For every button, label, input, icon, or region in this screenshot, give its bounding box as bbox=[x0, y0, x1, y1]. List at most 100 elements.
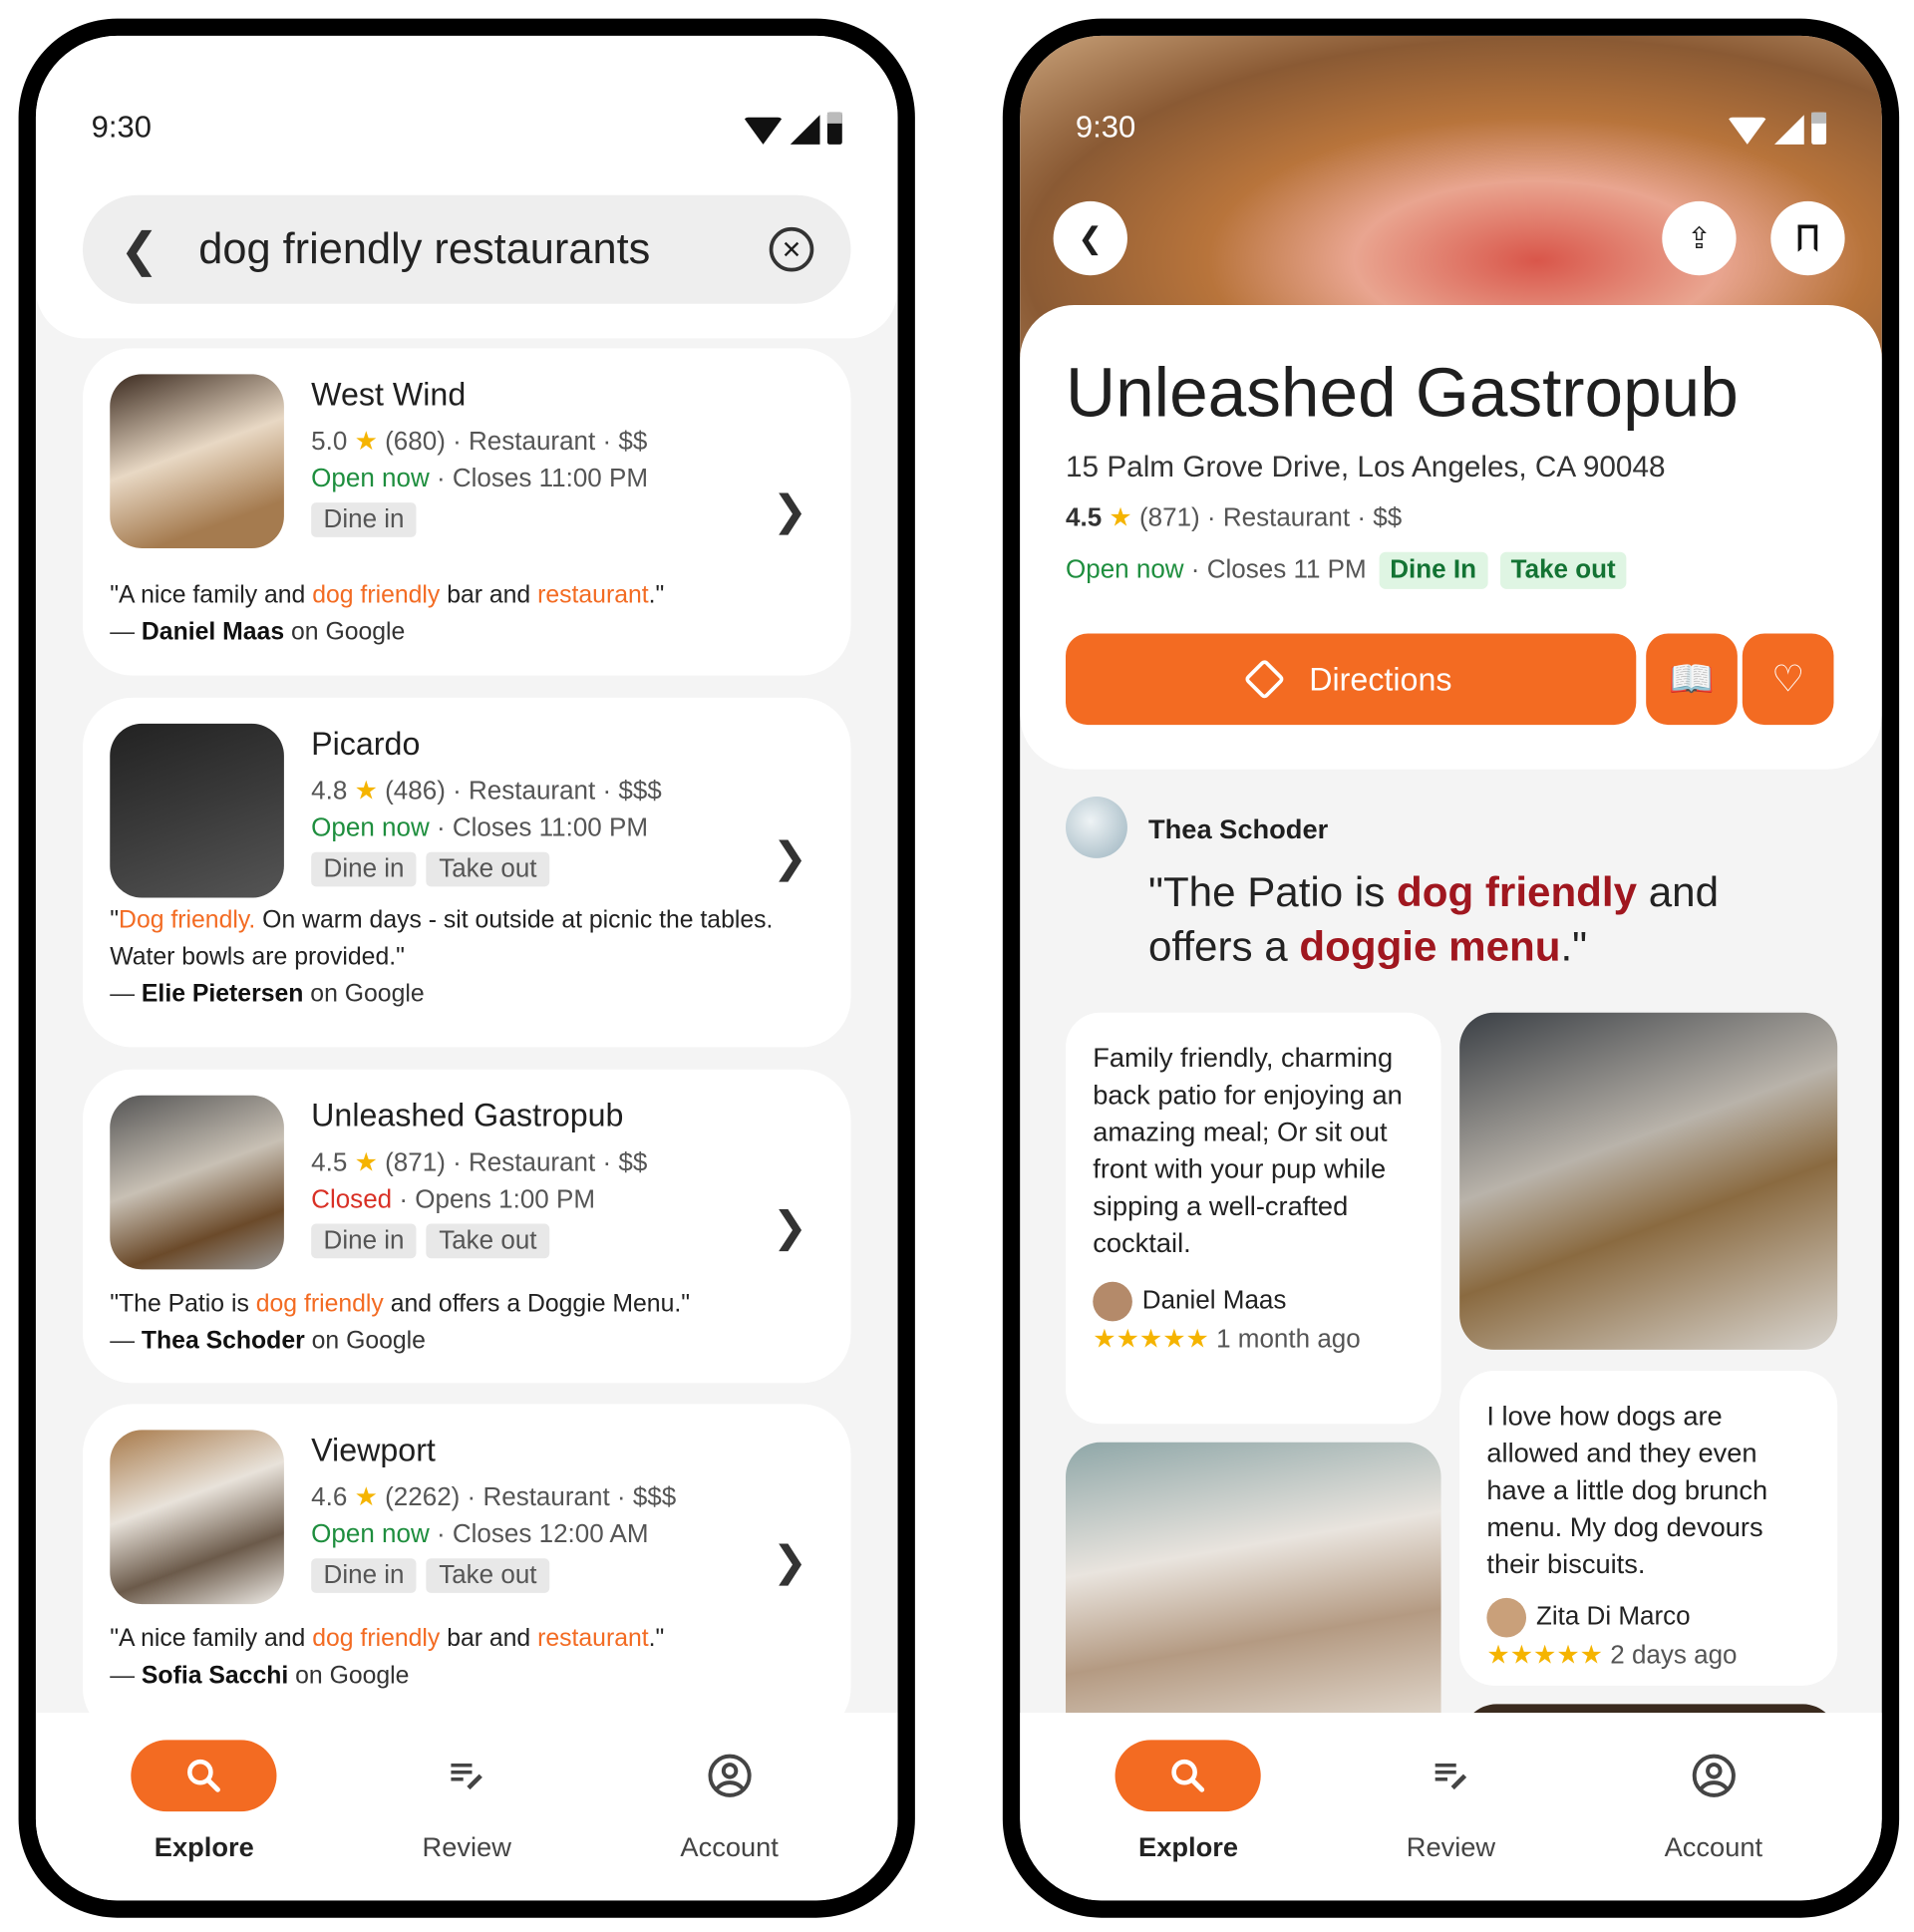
quote-segment: ." bbox=[648, 581, 665, 609]
favorite-button[interactable]: ♡ bbox=[1742, 633, 1834, 726]
share-button[interactable]: ⇪ bbox=[1662, 200, 1737, 276]
reviewer-name: Zita Di Marco bbox=[1535, 1602, 1691, 1631]
review-count: (680) bbox=[385, 427, 446, 457]
result-card[interactable]: Unleashed Gastropub 4.5 ★ (871) · Restau… bbox=[82, 1069, 851, 1384]
star-icon: ★ bbox=[354, 427, 378, 457]
tag: Dine in bbox=[311, 1223, 417, 1259]
featured-reviewer-name: Thea Schoder bbox=[1147, 813, 1329, 845]
back-icon: ❮ bbox=[1078, 221, 1104, 255]
nav-label: Review bbox=[422, 1830, 511, 1862]
chevron-right-icon[interactable]: ❯ bbox=[773, 833, 807, 883]
review-card[interactable]: Family friendly, charming back patio for… bbox=[1065, 1012, 1441, 1425]
tag: Take out bbox=[426, 1223, 549, 1259]
result-name: Unleashed Gastropub bbox=[311, 1096, 624, 1134]
chevron-right-icon[interactable]: ❯ bbox=[773, 1202, 807, 1252]
reviewer-name: Daniel Maas bbox=[1141, 1286, 1287, 1315]
star-icon: ★ bbox=[1109, 503, 1132, 532]
price-level: $$ bbox=[618, 1147, 648, 1177]
review-edit-icon bbox=[394, 1740, 539, 1811]
signal-icon bbox=[790, 115, 820, 145]
review-snippet: "A nice family and dog friendly bar and … bbox=[110, 1625, 665, 1690]
quote-segment: and offers a Doggie Menu." bbox=[383, 1290, 691, 1318]
category: Restaurant bbox=[482, 1482, 610, 1512]
quote-segment: "A nice family and bbox=[110, 1625, 313, 1653]
menu-book-icon: 📖 bbox=[1668, 658, 1716, 700]
review-photo-yorkie[interactable] bbox=[1459, 1012, 1838, 1350]
nav-explore[interactable]: Explore bbox=[118, 1740, 290, 1900]
nav-explore[interactable]: Explore bbox=[1102, 1740, 1274, 1900]
directions-icon bbox=[1243, 658, 1286, 701]
result-thumbnail bbox=[110, 1430, 284, 1605]
category: Restaurant bbox=[468, 1147, 596, 1177]
back-button[interactable]: ❮ bbox=[1053, 200, 1127, 276]
result-name: Picardo bbox=[311, 725, 421, 763]
search-bar[interactable]: ❮ dog friendly restaurants ✕ bbox=[82, 194, 851, 304]
hours: Closes 11:00 PM bbox=[452, 464, 649, 493]
result-name: Viewport bbox=[311, 1431, 436, 1468]
star-rating: ★★★★★ bbox=[1093, 1325, 1209, 1354]
result-thumbnail bbox=[110, 374, 284, 548]
reviewer-avatar bbox=[1486, 1597, 1527, 1638]
review-card[interactable]: I love how dogs are allowed and they eve… bbox=[1459, 1370, 1838, 1686]
result-thumbnail bbox=[110, 723, 284, 898]
rating-value: 4.5 bbox=[311, 1147, 348, 1177]
heart-icon: ♡ bbox=[1770, 658, 1805, 700]
snippet-author: Sofia Sacchi bbox=[141, 1662, 289, 1690]
rating-value: 4.8 bbox=[311, 777, 348, 805]
snippet-author: Elie Pietersen bbox=[141, 980, 304, 1008]
hours: Closes 12:00 AM bbox=[452, 1519, 649, 1549]
star-icon: ★ bbox=[354, 777, 378, 805]
chevron-right-icon[interactable]: ❯ bbox=[773, 486, 807, 536]
chevron-right-icon[interactable]: ❯ bbox=[773, 1537, 807, 1587]
result-card[interactable]: West Wind 5.0 ★ (680) · Restaurant · $$ … bbox=[82, 348, 851, 676]
quote-segment: " bbox=[110, 906, 120, 934]
open-status: Open now bbox=[311, 813, 430, 842]
directions-button[interactable]: Directions bbox=[1065, 633, 1637, 726]
price-level: $$ bbox=[1373, 503, 1403, 532]
bottom-nav: Explore Review Account bbox=[1020, 1713, 1882, 1901]
phone-search-results: 9:30 ❮ dog friendly restaurants ✕ West W… bbox=[18, 18, 915, 1918]
result-card[interactable]: Picardo 4.8 ★ (486) · Restaurant · $$$ O… bbox=[82, 697, 851, 1048]
open-status: Open now bbox=[311, 464, 430, 493]
share-icon: ⇪ bbox=[1686, 221, 1712, 255]
search-icon bbox=[131, 1740, 277, 1812]
snippet-source: on Google bbox=[310, 980, 425, 1008]
save-button[interactable] bbox=[1770, 200, 1845, 276]
nav-account[interactable]: Account bbox=[643, 1740, 815, 1900]
status-time: 9:30 bbox=[1075, 110, 1136, 145]
nav-review[interactable]: Review bbox=[1365, 1740, 1537, 1900]
quote-segment: restaurant bbox=[537, 581, 649, 609]
quote-segment: restaurant bbox=[537, 1625, 649, 1653]
nav-label: Account bbox=[680, 1830, 779, 1862]
quote-segment: "The Patio is bbox=[1147, 869, 1398, 917]
tag: Dine in bbox=[311, 851, 417, 887]
wifi-icon bbox=[743, 117, 784, 145]
price-level: $$$ bbox=[632, 1482, 677, 1512]
quote-segment: dog friendly bbox=[312, 1625, 441, 1653]
snippet-author: Daniel Maas bbox=[141, 618, 285, 646]
result-thumbnail bbox=[110, 1095, 284, 1270]
back-icon[interactable]: ❮ bbox=[120, 221, 159, 277]
reviewer-avatar bbox=[1065, 796, 1127, 858]
place-hours-row: Open now · Closes 11 PM Dine In Take out bbox=[1066, 551, 1627, 589]
nav-label: Account bbox=[1664, 1830, 1763, 1862]
directions-label: Directions bbox=[1309, 660, 1452, 698]
battery-icon bbox=[1811, 112, 1827, 145]
nav-account[interactable]: Account bbox=[1627, 1740, 1799, 1900]
result-card[interactable]: Viewport 4.6 ★ (2262) · Restaurant · $$$… bbox=[82, 1404, 851, 1738]
quote-segment: bar and bbox=[440, 581, 538, 609]
nav-review[interactable]: Review bbox=[381, 1740, 553, 1900]
quote-segment: dog friendly bbox=[255, 1290, 384, 1318]
search-input[interactable]: dog friendly restaurants bbox=[198, 224, 769, 274]
review-snippet: "Dog friendly. On warm days - sit outsid… bbox=[110, 906, 774, 1008]
quote-segment: doggie menu bbox=[1299, 923, 1561, 971]
snippet-author: Thea Schoder bbox=[141, 1327, 305, 1355]
price-level: $$$ bbox=[618, 777, 662, 805]
open-status: Open now bbox=[311, 1519, 430, 1549]
search-icon bbox=[1115, 1740, 1262, 1812]
clear-icon[interactable]: ✕ bbox=[769, 226, 814, 272]
hours: Closes 11 PM bbox=[1206, 555, 1367, 584]
review-count: (2262) bbox=[385, 1482, 461, 1512]
tag: Take out bbox=[426, 1558, 549, 1593]
menu-button[interactable]: 📖 bbox=[1646, 633, 1738, 726]
